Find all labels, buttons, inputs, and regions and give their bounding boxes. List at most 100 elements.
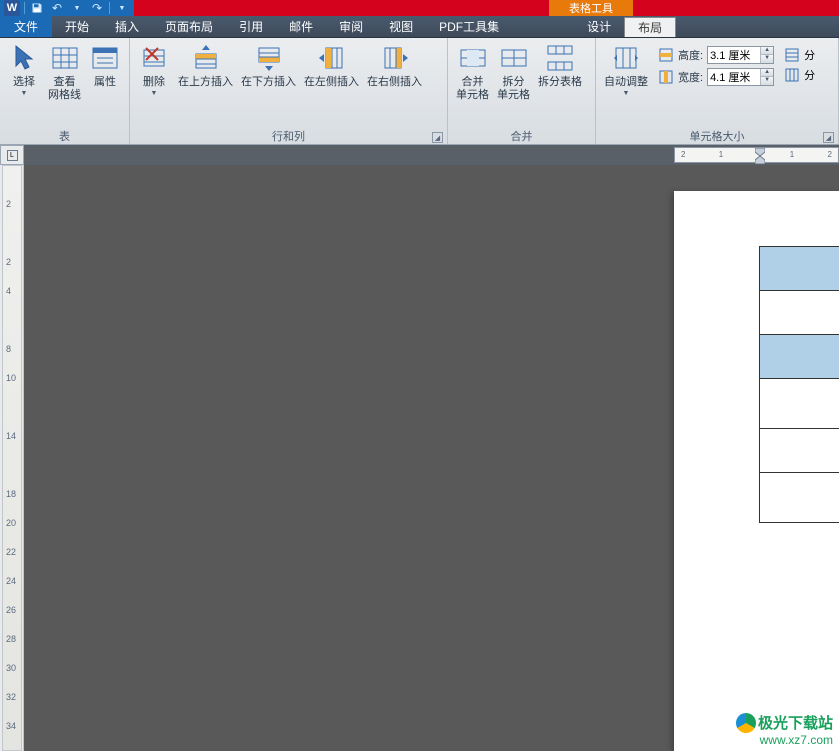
cellsize-label-text: 单元格大小 <box>690 128 745 144</box>
width-input[interactable] <box>708 69 760 85</box>
merge-cells-button[interactable]: 合并 单元格 <box>454 40 491 104</box>
tab-home[interactable]: 开始 <box>52 16 102 37</box>
tab-references[interactable]: 引用 <box>226 16 276 37</box>
insert-below-label: 在下方插入 <box>241 76 296 89</box>
insert-left-icon <box>316 42 348 74</box>
ruler-num: 1 <box>790 150 794 159</box>
dialog-launcher-icon[interactable]: ◢ <box>823 132 834 143</box>
title-bar: W ▼ ▼ 表格工具 <box>0 0 839 16</box>
table[interactable] <box>759 246 839 523</box>
table-row[interactable] <box>759 247 839 291</box>
tab-page-layout[interactable]: 页面布局 <box>152 16 226 37</box>
group-cell-size: 自动调整 ▼ 高度: ▲▼ <box>596 38 839 144</box>
qat-separator <box>24 2 25 14</box>
ruler-num: 22 <box>6 547 16 557</box>
height-input[interactable] <box>708 47 760 63</box>
distribute-rows-icon <box>784 47 800 63</box>
save-icon[interactable] <box>29 0 45 16</box>
app-icon[interactable]: W <box>4 0 20 16</box>
group-label-rowscols: 行和列 ◢ <box>136 128 441 144</box>
tab-design[interactable]: 设计 <box>574 16 624 37</box>
spin-up-icon[interactable]: ▲ <box>761 69 773 77</box>
merge-cells-label: 合并 单元格 <box>456 76 489 102</box>
table-row[interactable] <box>759 429 839 473</box>
indent-marker-icon[interactable] <box>755 148 765 164</box>
width-label: 宽度: <box>678 69 703 85</box>
insert-right-icon <box>379 42 411 74</box>
height-spinbox[interactable]: ▲▼ <box>707 46 774 64</box>
delete-button[interactable]: 删除 ▼ <box>136 40 172 99</box>
ruler-num: 2 <box>6 199 11 209</box>
height-row: 高度: ▲▼ <box>658 46 774 64</box>
ruler-num: 32 <box>6 692 16 702</box>
tab-view[interactable]: 视图 <box>376 16 426 37</box>
tab-selector-icon[interactable]: L <box>7 150 18 161</box>
ruler-num: 8 <box>6 344 11 354</box>
dialog-launcher-icon[interactable]: ◢ <box>432 132 443 143</box>
select-button[interactable]: 选择 ▼ <box>6 40 42 99</box>
content-area: 22481014182022242628303234 <box>0 165 839 751</box>
table-row[interactable] <box>759 291 839 335</box>
vertical-ruler[interactable]: 22481014182022242628303234 <box>0 165 24 751</box>
ribbon-tabs: 文件 开始 插入 页面布局 引用 邮件 审阅 视图 PDF工具集 设计 布局 <box>0 16 839 38</box>
split-table-icon <box>544 42 576 74</box>
select-label: 选择 <box>13 76 35 89</box>
distribute-rows-button[interactable]: 分 <box>782 46 817 64</box>
insert-above-button[interactable]: 在上方插入 <box>176 40 235 91</box>
qat-customize-icon[interactable]: ▼ <box>114 0 130 16</box>
tab-pdf-tools[interactable]: PDF工具集 <box>426 16 512 37</box>
tab-layout[interactable]: 布局 <box>624 17 676 37</box>
dist-rows-label: 分 <box>804 47 815 63</box>
table-row[interactable] <box>759 335 839 379</box>
ruler-num: 4 <box>6 286 11 296</box>
split-cells-button[interactable]: 拆分 单元格 <box>495 40 532 104</box>
tab-insert[interactable]: 插入 <box>102 16 152 37</box>
delete-label: 删除 <box>143 76 165 89</box>
ruler-num: 20 <box>6 518 16 528</box>
ruler-num: 24 <box>6 576 16 586</box>
col-width-icon <box>658 69 674 85</box>
ruler-num: 30 <box>6 663 16 673</box>
undo-dropdown-icon[interactable]: ▼ <box>69 0 85 16</box>
split-table-button[interactable]: 拆分表格 <box>536 40 584 91</box>
width-spinbox[interactable]: ▲▼ <box>707 68 774 86</box>
ruler-corner: L <box>0 145 24 165</box>
ruler-num: 10 <box>6 373 16 383</box>
spin-up-icon[interactable]: ▲ <box>761 47 773 55</box>
ruler-num: 26 <box>6 605 16 615</box>
qat-separator <box>109 2 110 14</box>
page <box>674 191 839 751</box>
horizontal-ruler-row: L 2 1 1 2 <box>0 145 839 165</box>
spin-down-icon[interactable]: ▼ <box>761 55 773 63</box>
ruler-num: 14 <box>6 431 16 441</box>
insert-above-icon <box>190 42 222 74</box>
insert-left-button[interactable]: 在左侧插入 <box>302 40 361 91</box>
ruler-num: 2 <box>6 257 11 267</box>
insert-above-label: 在上方插入 <box>178 76 233 89</box>
distribute-cols-button[interactable]: 分 <box>782 66 817 84</box>
dist-cols-label: 分 <box>804 67 815 83</box>
row-height-icon <box>658 47 674 63</box>
ruler-num: 1 <box>719 150 723 159</box>
view-gridlines-button[interactable]: 查看 网格线 <box>46 40 83 104</box>
autofit-button[interactable]: 自动调整 ▼ <box>602 40 650 99</box>
horizontal-ruler[interactable]: 2 1 1 2 <box>24 145 839 165</box>
properties-button[interactable]: 属性 <box>87 40 123 91</box>
tab-review[interactable]: 审阅 <box>326 16 376 37</box>
redo-icon[interactable] <box>89 0 105 16</box>
document-canvas[interactable] <box>24 165 839 751</box>
ruler-num: 28 <box>6 634 16 644</box>
insert-right-button[interactable]: 在右侧插入 <box>365 40 424 91</box>
distribute-cols-icon <box>784 67 800 83</box>
insert-below-button[interactable]: 在下方插入 <box>239 40 298 91</box>
spin-down-icon[interactable]: ▼ <box>761 77 773 85</box>
tab-mailings[interactable]: 邮件 <box>276 16 326 37</box>
group-rows-columns: 删除 ▼ 在上方插入 在下方插入 在左侧插入 <box>130 38 448 144</box>
group-merge: 合并 单元格 拆分 单元格 拆分表格 合并 <box>448 38 596 144</box>
table-row[interactable] <box>759 473 839 523</box>
cursor-icon <box>8 42 40 74</box>
undo-icon[interactable] <box>49 0 65 16</box>
tab-file[interactable]: 文件 <box>0 16 52 37</box>
table-row[interactable] <box>759 379 839 429</box>
chevron-down-icon: ▼ <box>623 90 630 97</box>
